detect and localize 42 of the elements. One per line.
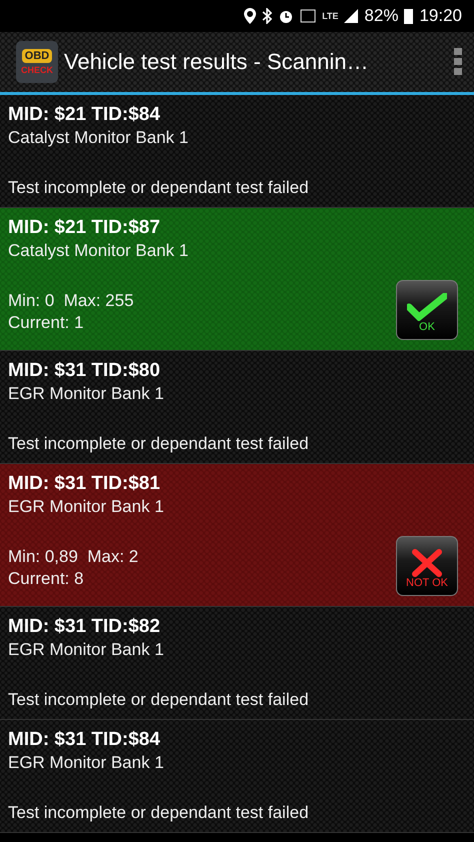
result-title: MID: $21 TID:$84: [8, 103, 160, 127]
cross-icon: [411, 549, 443, 577]
ok-badge: OK: [396, 280, 458, 340]
monitor-name: EGR Monitor Bank 1: [8, 383, 164, 405]
range-text: Min: 0 Max: 255: [8, 290, 134, 312]
status-message: Test incomplete or dependant test failed: [8, 177, 309, 199]
signal-icon: [344, 9, 358, 23]
network-type: LTE: [322, 11, 338, 21]
result-title: MID: $31 TID:$81: [8, 472, 160, 496]
monitor-name: Catalyst Monitor Bank 1: [8, 240, 188, 262]
result-title: MID: $31 TID:$80: [8, 359, 160, 383]
monitor-name: Catalyst Monitor Bank 1: [8, 127, 188, 149]
logo-text: OBD: [22, 49, 52, 63]
current-value: Current: 1: [8, 312, 84, 334]
result-title: MID: $31 TID:$82: [8, 615, 160, 639]
result-row[interactable]: MID: $31 TID:$81 EGR Monitor Bank 1 Min: 0,89 Max: 2 Current: 8 NOT OK: [0, 464, 474, 607]
status-message: Test incomplete or dependant test failed: [8, 433, 309, 455]
battery-icon: [404, 8, 414, 24]
overflow-menu-icon[interactable]: [454, 48, 462, 76]
status-message: Test incomplete or dependant test failed: [8, 802, 309, 824]
clock: 19:20: [419, 6, 462, 26]
result-row[interactable]: MID: $31 TID:$80 EGR Monitor Bank 1 Test incomplete or dependant test failed: [0, 351, 474, 464]
status-message: Test incomplete or dependant test failed: [8, 689, 309, 711]
result-title: MID: $31 TID:$84: [8, 728, 160, 752]
monitor-name: EGR Monitor Bank 1: [8, 496, 164, 518]
monitor-name: EGR Monitor Bank 1: [8, 752, 164, 774]
range-text: Min: 0,89 Max: 2: [8, 546, 138, 568]
monitor-name: EGR Monitor Bank 1: [8, 639, 164, 661]
result-row[interactable]: MID: $31 TID:$84 EGR Monitor Bank 1 Test incomplete or dependant test failed: [0, 720, 474, 833]
current-value: Current: 8: [8, 568, 84, 590]
check-icon: [407, 293, 447, 321]
result-row[interactable]: MID: $31 TID:$82 EGR Monitor Bank 1 Test incomplete or dependant test failed: [0, 607, 474, 720]
result-title: MID: $21 TID:$87: [8, 216, 160, 240]
screen-title: Vehicle test results - Scannin…: [64, 49, 370, 75]
location-icon: [244, 8, 256, 24]
logo-text: CHECK: [20, 65, 53, 75]
bluetooth-icon: [262, 8, 272, 24]
alarm-icon: [278, 8, 294, 24]
not-ok-badge: NOT OK: [396, 536, 458, 596]
battery-percent: 82%: [364, 6, 398, 26]
result-row[interactable]: MID: $21 TID:$84 Catalyst Monitor Bank 1 Test incomplete or dependant test failed: [0, 95, 474, 208]
result-row[interactable]: MID: $21 TID:$87 Catalyst Monitor Bank 1 Min: 0 Max: 255 Current: 1 OK: [0, 208, 474, 351]
